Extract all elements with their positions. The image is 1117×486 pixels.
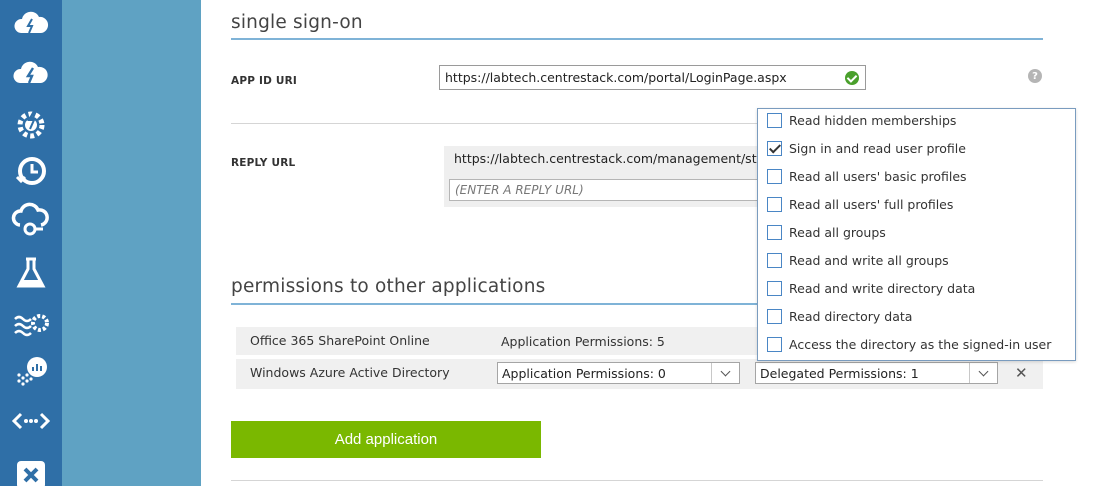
permission-checkbox[interactable] <box>767 140 782 156</box>
application-permissions-value: Application Permissions: 0 <box>502 365 666 381</box>
reply-url-list: https://labtech.centrestack.com/manageme… <box>444 146 764 207</box>
application-permissions-text: Application Permissions: 5 <box>501 334 665 349</box>
permission-option-read-all-groups[interactable]: Read all groups <box>767 222 886 242</box>
permissions-section-title: permissions to other applications <box>231 276 546 297</box>
permission-option-access-directory[interactable]: Access the directory as the signed-in us… <box>767 334 1051 354</box>
permission-option-label: Read hidden memberships <box>789 112 957 128</box>
permission-checkbox[interactable] <box>767 280 782 296</box>
reply-url-value[interactable]: https://labtech.centrestack.com/manageme… <box>454 151 764 166</box>
chevron-down-icon[interactable] <box>969 363 997 383</box>
permission-option-label: Sign in and read user profile <box>789 140 966 156</box>
permission-checkbox[interactable] <box>767 336 782 352</box>
cloud-sync-icon[interactable] <box>0 196 62 246</box>
close-icon[interactable]: ✕ <box>1015 364 1028 382</box>
permission-option-label: Read and write directory data <box>789 280 976 296</box>
permission-checkbox[interactable] <box>767 308 782 324</box>
help-glyph: ? <box>1032 70 1038 82</box>
cloud-storm-icon[interactable] <box>0 0 62 50</box>
permission-app-name: Windows Azure Active Directory <box>250 365 450 380</box>
permission-option-sign-in-read-profile[interactable]: Sign in and read user profile <box>767 138 966 158</box>
permission-option-read-basic-profiles[interactable]: Read all users' basic profiles <box>767 166 967 186</box>
permission-option-read-full-profiles[interactable]: Read all users' full profiles <box>767 194 953 214</box>
application-permissions-select[interactable]: Application Permissions: 0 <box>497 362 740 384</box>
chevron-down-icon[interactable] <box>711 363 739 383</box>
permission-checkbox[interactable] <box>767 168 782 184</box>
add-application-button[interactable]: Add application <box>231 421 541 458</box>
permission-option-label: Read directory data <box>789 308 913 324</box>
permission-checkbox[interactable] <box>767 252 782 268</box>
permission-option-label: Access the directory as the signed-in us… <box>789 336 1052 352</box>
permission-option-read-hidden-memberships[interactable]: Read hidden memberships <box>767 110 956 130</box>
bottom-divider <box>231 480 1043 481</box>
permission-option-label: Read all groups <box>789 224 886 240</box>
sso-section-rule <box>231 38 1043 40</box>
permission-option-read-write-directory[interactable]: Read and write directory data <box>767 278 975 298</box>
service-icon-rail <box>0 0 62 486</box>
navigation-panel <box>62 0 201 486</box>
gear-bolt-icon[interactable] <box>0 98 62 148</box>
flask-icon[interactable] <box>0 248 62 298</box>
permission-option-label: Read and write all groups <box>789 252 949 268</box>
valid-check-icon <box>845 71 859 85</box>
sso-section-title: single sign-on <box>231 12 363 33</box>
permission-option-label: Read all users' basic profiles <box>789 168 967 184</box>
waves-gear-icon[interactable] <box>0 298 62 348</box>
delegated-permissions-dropdown: Read hidden memberships Sign in and read… <box>757 108 1076 361</box>
code-arrows-icon[interactable] <box>0 396 62 446</box>
permission-row: Windows Azure Active Directory Applicati… <box>236 359 1043 389</box>
app-id-uri-label: APP ID URI <box>231 75 297 87</box>
reply-url-input[interactable]: (ENTER A REPLY URL) <box>449 179 764 201</box>
application-configure-page: single sign-on APP ID URI https://labtec… <box>201 0 1117 486</box>
permission-option-read-directory[interactable]: Read directory data <box>767 306 912 326</box>
clock-refresh-icon[interactable] <box>0 146 62 196</box>
delegated-permissions-select[interactable]: Delegated Permissions: 1 <box>755 362 998 384</box>
delegated-permissions-value: Delegated Permissions: 1 <box>760 365 919 381</box>
recovery-icon[interactable] <box>0 448 62 486</box>
app-id-uri-input[interactable]: https://labtech.centrestack.com/portal/L… <box>439 65 866 90</box>
reply-url-placeholder: (ENTER A REPLY URL) <box>455 183 584 197</box>
help-icon[interactable]: ? <box>1028 69 1042 83</box>
permission-checkbox[interactable] <box>767 224 782 240</box>
portal-window: single sign-on APP ID URI https://labtec… <box>0 0 1117 486</box>
permission-checkbox[interactable] <box>767 112 782 128</box>
hdinsight-chart-icon[interactable] <box>0 346 62 396</box>
permission-option-read-write-groups[interactable]: Read and write all groups <box>767 250 949 270</box>
reply-url-label: REPLY URL <box>231 157 296 169</box>
permission-checkbox[interactable] <box>767 196 782 212</box>
app-id-uri-value: https://labtech.centrestack.com/portal/L… <box>445 70 787 85</box>
cloud-bolt-icon[interactable] <box>0 48 62 98</box>
permission-option-label: Read all users' full profiles <box>789 196 954 212</box>
permission-app-name: Office 365 SharePoint Online <box>250 333 430 348</box>
